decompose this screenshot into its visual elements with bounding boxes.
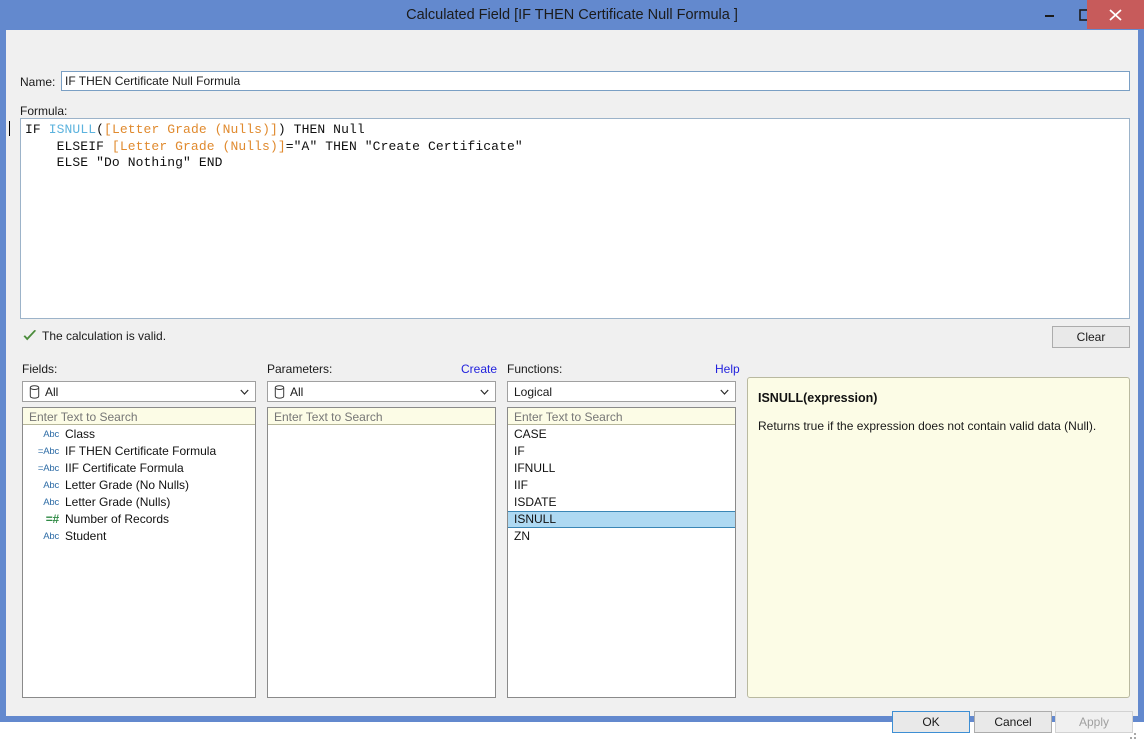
text-caret (9, 121, 10, 136)
functions-list-panel: CASE IF IFNULL IIF ISDATE ISNULL ZN (507, 407, 736, 698)
field-type-string-icon: Abc (43, 429, 59, 440)
function-list-item[interactable]: IIF (508, 477, 735, 494)
field-list-item-label: Number of Records (65, 512, 170, 526)
validity-text: The calculation is valid. (42, 329, 167, 343)
fields-search-input[interactable] (27, 408, 252, 426)
minimize-icon (1045, 15, 1054, 17)
formula-label: Formula: (20, 104, 68, 118)
function-list-item-label: IIF (514, 478, 528, 492)
function-help-title: ISNULL(expression) (758, 391, 878, 405)
chevron-down-icon (480, 389, 489, 395)
field-list-item-label: Letter Grade (Nulls) (65, 495, 171, 509)
functions-list[interactable]: CASE IF IFNULL IIF ISDATE ISNULL ZN (508, 426, 735, 697)
fields-label: Fields: (22, 362, 58, 376)
calculated-field-dialog-window: Calculated Field [IF THEN Certificate Nu… (0, 0, 1144, 739)
formula-text: IF ISNULL([Letter Grade (Nulls)]) THEN N… (25, 122, 523, 172)
field-list-item-label: Class (65, 427, 96, 441)
field-list-item[interactable]: =Abc IIF Certificate Formula (23, 460, 255, 477)
function-list-item-selected[interactable]: ISNULL (508, 511, 735, 528)
field-type-string-icon: Abc (43, 497, 59, 508)
parameters-list-panel (267, 407, 496, 698)
ok-button[interactable]: OK (892, 711, 970, 733)
functions-filter-dropdown[interactable]: Logical (507, 381, 736, 402)
field-type-string-icon: Abc (43, 531, 59, 542)
formula-token-plain: ELSE "Do Nothing" END (25, 155, 223, 170)
chevron-down-icon (720, 389, 729, 395)
formula-token-plain: IF (25, 122, 49, 137)
chevron-down-icon (240, 389, 249, 395)
functions-search-row (508, 408, 735, 426)
field-list-item-label: Student (65, 529, 107, 543)
functions-help-link[interactable]: Help (715, 362, 740, 376)
function-list-item-label: ISDATE (514, 495, 557, 509)
fields-filter-dropdown[interactable]: All (22, 381, 256, 402)
function-list-item-label: IF (514, 444, 525, 458)
functions-label: Functions: (507, 362, 563, 376)
formula-token-function: ISNULL (48, 122, 97, 137)
apply-button: Apply (1055, 711, 1133, 733)
resize-grip-icon[interactable] (1125, 730, 1139, 744)
cancel-button[interactable]: Cancel (974, 711, 1052, 733)
fields-search-row (23, 408, 255, 426)
function-list-item-label: CASE (514, 427, 547, 441)
field-list-item[interactable]: =Abc IF THEN Certificate Formula (23, 443, 255, 460)
function-help-panel: ISNULL(expression) Returns true if the e… (747, 377, 1130, 698)
name-label: Name: (20, 75, 56, 89)
dialog-body: Name: Formula: IF ISNULL([Letter Grade (… (6, 30, 1138, 739)
field-type-string-icon: Abc (43, 480, 59, 491)
field-list-item-label: IIF Certificate Formula (65, 461, 184, 475)
fields-filter-value: All (45, 385, 59, 399)
parameters-search-row (268, 408, 495, 426)
close-icon (1109, 9, 1122, 21)
parameters-list[interactable] (268, 426, 495, 697)
function-list-item[interactable]: ISDATE (508, 494, 735, 511)
create-parameter-link[interactable]: Create (461, 362, 497, 376)
check-icon (23, 330, 37, 341)
field-list-item[interactable]: Abc Letter Grade (No Nulls) (23, 477, 255, 494)
clear-button[interactable]: Clear (1052, 326, 1130, 348)
function-list-item-label: ISNULL (514, 512, 557, 526)
field-list-item-label: Letter Grade (No Nulls) (65, 478, 190, 492)
function-list-item[interactable]: ZN (508, 528, 735, 545)
field-type-calc-string-icon: =Abc (37, 463, 59, 474)
formula-token-plain: ELSEIF (25, 138, 112, 154)
function-list-item[interactable]: IF (508, 443, 735, 460)
field-type-calc-numeric-icon: =# (45, 512, 59, 526)
formula-token-plain: ) THEN Null (277, 122, 365, 137)
parameters-label: Parameters: (267, 362, 333, 376)
database-icon (29, 385, 40, 399)
field-list-item[interactable]: Abc Class (23, 426, 255, 443)
function-list-item-label: IFNULL (514, 461, 556, 475)
formula-line: IF ISNULL([Letter Grade (Nulls)]) THEN N… (25, 122, 523, 139)
field-list-item[interactable]: Abc Letter Grade (Nulls) (23, 494, 255, 511)
function-list-item[interactable]: IFNULL (508, 460, 735, 477)
functions-search-input[interactable] (512, 408, 732, 426)
parameters-filter-dropdown[interactable]: All (267, 381, 496, 402)
formula-token-plain: ="A" THEN "Create Certificate" (285, 138, 523, 154)
formula-editor[interactable]: IF ISNULL([Letter Grade (Nulls)]) THEN N… (20, 118, 1130, 319)
function-list-item-label: ZN (514, 529, 530, 543)
function-help-description: Returns true if the expression does not … (758, 419, 1097, 433)
formula-line: ELSE "Do Nothing" END (25, 155, 523, 172)
formula-token-field: [Letter Grade (Nulls)] (104, 122, 278, 137)
database-icon (274, 385, 285, 399)
function-list-item[interactable]: CASE (508, 426, 735, 443)
field-type-calc-string-icon: =Abc (37, 446, 59, 457)
name-input[interactable] (61, 71, 1130, 91)
formula-line: ELSEIF [Letter Grade (Nulls)]="A" THEN "… (25, 139, 523, 156)
formula-token-field: [Letter Grade (Nulls)] (111, 138, 286, 154)
parameters-search-input[interactable] (272, 408, 492, 426)
functions-filter-value: Logical (514, 385, 553, 399)
field-list-item[interactable]: =# Number of Records (23, 511, 255, 528)
fields-list[interactable]: Abc Class =Abc IF THEN Certificate Formula =… (23, 426, 255, 697)
close-button[interactable] (1087, 0, 1144, 29)
parameters-filter-value: All (290, 385, 304, 399)
fields-list-panel: AbcClass=AbcIF THEN Certificate Formula=… (22, 407, 256, 698)
title-bar: Calculated Field [IF THEN Certificate Nu… (0, 0, 1144, 30)
window-title: Calculated Field [IF THEN Certificate Nu… (406, 7, 738, 23)
field-list-item[interactable]: Abc Student (23, 528, 255, 545)
formula-token-plain: ( (96, 122, 105, 137)
minimize-button[interactable] (1031, 0, 1067, 29)
field-list-item-label: IF THEN Certificate Formula (65, 444, 217, 458)
